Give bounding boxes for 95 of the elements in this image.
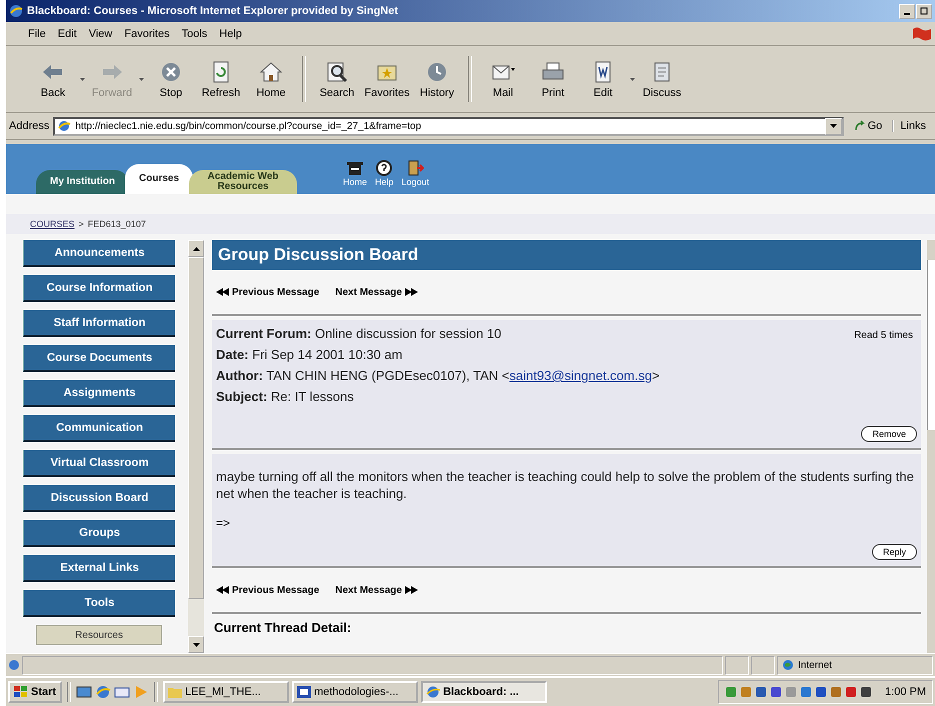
toolbar-button[interactable]: Mail [478, 60, 528, 98]
tray-icon[interactable] [800, 686, 812, 698]
course-menu-button[interactable]: Discussion Board [23, 485, 176, 512]
door-exit-icon [406, 159, 424, 177]
folder-icon [168, 686, 182, 698]
desktop-icon[interactable] [76, 684, 92, 700]
message-field: Subject: Re: IT lessons [216, 389, 354, 404]
course-menu-button[interactable]: Staff Information [23, 310, 176, 337]
security-zone: Internet [777, 656, 933, 674]
course-tab[interactable]: Courses [125, 164, 194, 194]
page-icon [8, 659, 20, 671]
thread-heading: Current Thread Detail: [213, 619, 352, 635]
go-button[interactable]: Go [848, 120, 888, 132]
minimize-button[interactable] [899, 4, 915, 18]
rewind-icon [216, 586, 230, 594]
quote-marker: => [216, 516, 232, 530]
fast-forward-icon [404, 586, 418, 594]
taskbar-button[interactable]: LEE_Ml_THE... [163, 681, 290, 703]
course-menu-button[interactable]: Course Documents [23, 345, 176, 372]
menu-item[interactable]: Tools [176, 26, 214, 40]
tray-icon[interactable] [845, 686, 858, 698]
tray-icon[interactable] [755, 686, 768, 698]
toolbar-button[interactable]: Search [312, 60, 362, 98]
dropdown-arrow-icon[interactable] [830, 124, 837, 128]
tray-icon[interactable] [770, 686, 782, 698]
fast-forward-icon [404, 288, 418, 296]
menu-item[interactable]: File [22, 26, 52, 40]
toolbar-button[interactable]: Edit [578, 60, 628, 98]
course-menu-button[interactable]: External Links [23, 555, 176, 582]
remove-button[interactable]: Remove [861, 426, 917, 442]
tray-icon[interactable] [815, 686, 828, 698]
rewind-icon [216, 288, 230, 296]
restore-icon [920, 7, 928, 15]
breadcrumb-current: FED613_0107 [88, 219, 146, 229]
toolbar-button[interactable]: Stop [146, 60, 196, 98]
reply-button[interactable]: Reply [872, 544, 917, 560]
document-icon [297, 686, 312, 698]
toolbar-button[interactable]: Back [28, 60, 78, 98]
toolbar-button[interactable]: History [412, 60, 462, 98]
menu-item[interactable]: Edit [52, 26, 83, 40]
read-count: Read 5 times [854, 330, 913, 341]
message-field: Date: Fri Sep 14 2001 10:30 am [216, 347, 402, 362]
links-button[interactable]: Links [892, 120, 932, 132]
course-menu-button[interactable]: Communication [23, 415, 176, 442]
help-icon [375, 159, 394, 177]
breadcrumb-separator: > [78, 219, 84, 229]
page-icon [57, 119, 72, 133]
scroll-up-icon [192, 246, 200, 250]
toolbar-button[interactable]: Favorites [362, 60, 412, 98]
go-arrow-icon [854, 120, 866, 132]
home-icon [258, 60, 284, 84]
previous-message-link[interactable]: Previous Message [216, 286, 320, 298]
board-header: Group Discussion Board [212, 240, 921, 270]
next-message-link[interactable]: Next Message [335, 286, 418, 298]
menu-item[interactable]: View [82, 26, 118, 40]
address-field[interactable]: http://nieclec1.nie.edu.sg/bin/common/course.pl?course_id=_27_1&frame=top [53, 116, 844, 136]
menu-item[interactable]: Favorites [118, 26, 176, 40]
course-menu-button[interactable]: Groups [23, 520, 176, 547]
browser-icon [9, 4, 23, 18]
toolbar-button[interactable]: Refresh [196, 60, 246, 98]
toolbar-button[interactable]: Discuss [637, 60, 687, 98]
page-scrollbar[interactable] [927, 240, 935, 653]
course-menu-button[interactable]: Tools [23, 590, 176, 617]
course-menu-button[interactable]: Assignments [23, 380, 176, 407]
course-tab[interactable]: Academic Web Resources [189, 170, 298, 194]
globe-icon [782, 659, 794, 671]
restore-button[interactable] [916, 4, 932, 18]
course-menu-button[interactable]: Announcements [23, 240, 176, 267]
top-link[interactable]: Logout [402, 159, 430, 187]
window-title: Blackboard: Courses - Microsoft Internet Explorer provided by SingNet [27, 5, 398, 17]
scrollbar[interactable] [188, 240, 204, 653]
taskbar-button[interactable]: Blackboard: ... [421, 681, 548, 703]
next-message-link[interactable]: Next Message [335, 584, 418, 596]
taskbar-button[interactable]: methodologies-... [292, 681, 418, 703]
tray-icon[interactable] [860, 686, 872, 698]
message-field: Current Forum: Online discussion for session 10 [216, 326, 502, 341]
previous-message-link[interactable]: Previous Message [216, 584, 320, 596]
start-button[interactable]: Start [8, 681, 62, 703]
top-link[interactable]: Home [343, 159, 368, 187]
address-label: Address [9, 120, 50, 132]
resources-button[interactable]: Resources [36, 625, 162, 645]
message-field: Author: TAN CHIN HENG (PGDEsec0107), TAN <saint93@singnet.com.sg> [216, 368, 660, 383]
course-menu-button[interactable]: Virtual Classroom [23, 450, 176, 477]
breadcrumb-link[interactable]: COURSES [30, 219, 75, 229]
home-icon [346, 159, 364, 177]
message-text: maybe turning off all the monitors when the teacher is teaching could help to solve the problem of the students surfing the net when the teacher is teaching. [216, 468, 915, 502]
clock: 1:00 PM [885, 686, 926, 698]
email-link[interactable]: saint93@singnet.com.sg [509, 368, 652, 383]
top-link[interactable]: Help [375, 159, 394, 187]
toolbar-button[interactable]: Print [528, 60, 578, 98]
course-menu-button[interactable]: Course Information [23, 275, 176, 302]
scroll-down-icon [192, 642, 200, 646]
menu-item[interactable]: Help [213, 26, 248, 40]
toolbar-button[interactable]: Home [246, 60, 296, 98]
browser-icon [426, 686, 440, 698]
